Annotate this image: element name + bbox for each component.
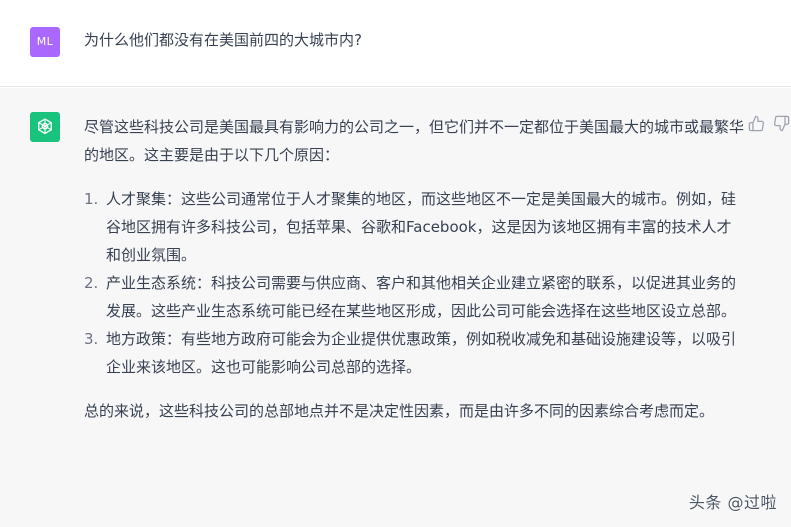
list-item: 1. 人才聚集：这些公司通常位于人才聚集的地区，而这些地区不一定是美国最大的城市… xyxy=(84,185,746,269)
assistant-intro: 尽管这些科技公司是美国最具有影响力的公司之一，但它们并不一定都位于美国最大的城市… xyxy=(84,118,745,164)
list-number: 2. xyxy=(84,274,99,292)
user-avatar: ML xyxy=(30,27,60,57)
reason-list: 1. 人才聚集：这些公司通常位于人才聚集的地区，而这些地区不一定是美国最大的城市… xyxy=(84,185,746,381)
thumbs-down-icon[interactable] xyxy=(773,115,790,132)
user-message-text: 为什么他们都没有在美国前四的大城市内? xyxy=(84,31,362,49)
list-item-text: 地方政策：有些地方政府可能会为企业提供优惠政策，例如税收减免和基础设施建设等，以… xyxy=(106,330,737,376)
list-item: 2. 产业生态系统：科技公司需要与供应商、客户和其他相关企业建立紧密的联系，以促… xyxy=(84,269,746,325)
watermark: 头条 @过啦 xyxy=(688,493,777,512)
assistant-message-row: 尽管这些科技公司是美国最具有影响力的公司之一，但它们并不一定都位于美国最大的城市… xyxy=(0,88,791,527)
list-number: 3. xyxy=(84,330,99,348)
openai-logo-icon xyxy=(30,112,60,142)
list-item: 3. 地方政策：有些地方政府可能会为企业提供优惠政策，例如税收减免和基础设施建设… xyxy=(84,325,746,381)
thumbs-up-icon[interactable] xyxy=(748,115,765,132)
feedback-actions xyxy=(748,115,790,132)
assistant-message-body: 尽管这些科技公司是美国最具有影响力的公司之一，但它们并不一定都位于美国最大的城市… xyxy=(84,113,746,425)
assistant-outro: 总的来说，这些科技公司的总部地点并不是决定性因素，而是由许多不同的因素综合考虑而… xyxy=(84,402,715,420)
user-message-row: ML 为什么他们都没有在美国前四的大城市内? xyxy=(0,0,791,87)
list-number: 1. xyxy=(84,190,99,208)
list-item-text: 人才聚集：这些公司通常位于人才聚集的地区，而这些地区不一定是美国最大的城市。例如… xyxy=(106,190,737,264)
list-item-text: 产业生态系统：科技公司需要与供应商、客户和其他相关企业建立紧密的联系，以促进其业… xyxy=(106,274,737,320)
